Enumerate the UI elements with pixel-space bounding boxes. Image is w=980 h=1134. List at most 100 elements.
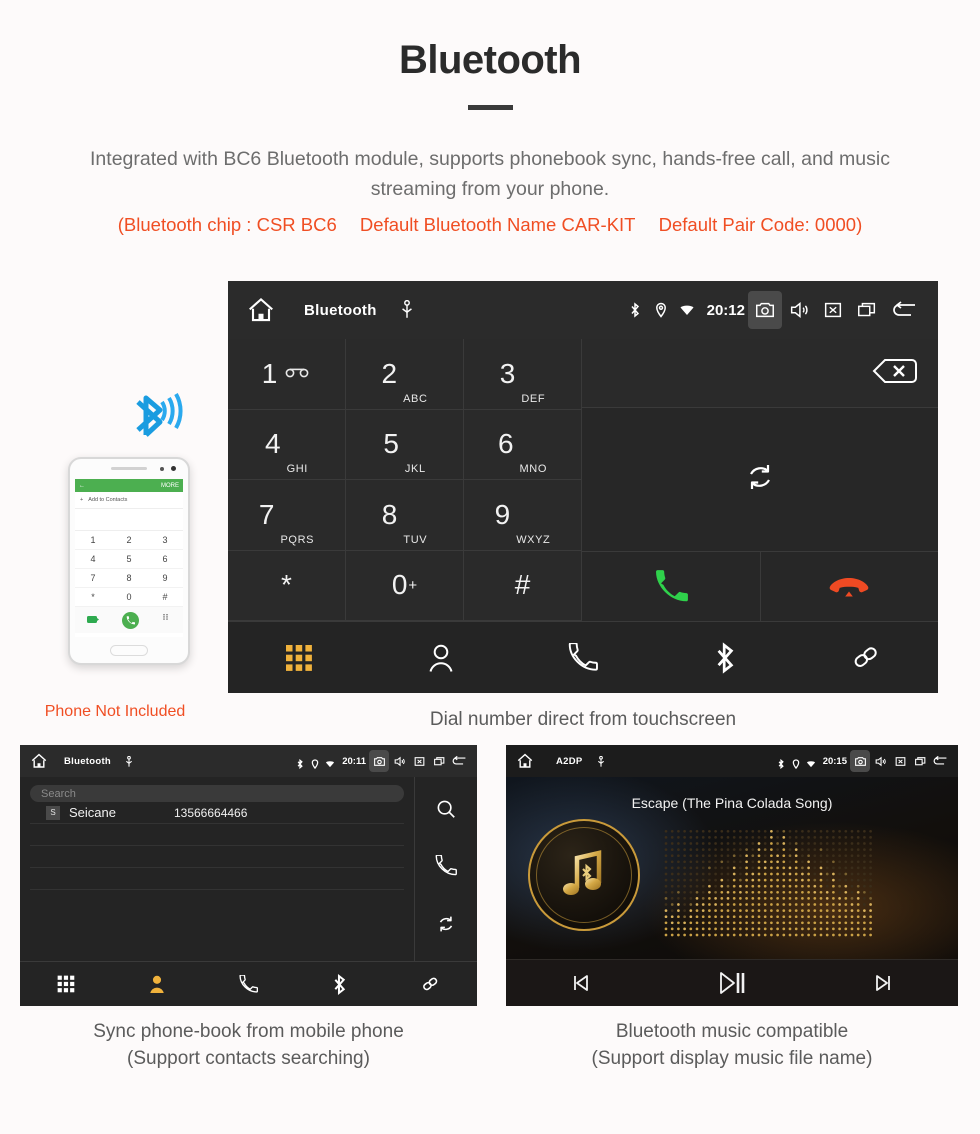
dialer-caption: Dial number direct from touchscreen <box>429 709 737 730</box>
phonebook-body: Search S Seicane 13566664466 <box>20 777 477 961</box>
nav-call-history[interactable] <box>512 642 654 673</box>
key-letters: GHI <box>286 463 308 475</box>
nav-bluetooth[interactable] <box>294 973 385 995</box>
camera-icon[interactable] <box>369 750 389 772</box>
key-letters: DEF <box>521 392 546 405</box>
sync-icon[interactable] <box>742 459 778 500</box>
volume-icon[interactable] <box>782 291 816 329</box>
phone-action-row <box>75 607 183 633</box>
nav-call-history[interactable] <box>203 974 294 994</box>
phonebook-caption: Sync phone-book from mobile phone (Suppo… <box>20 1018 477 1072</box>
recents-icon[interactable] <box>429 750 449 772</box>
phone-earpiece <box>111 467 147 470</box>
contact-number: 13566664466 <box>173 805 248 820</box>
call-button[interactable] <box>582 552 761 621</box>
dialer-statusbar: Bluetooth 20:12 <box>228 281 938 339</box>
phone-not-included-note: Phone Not Included <box>44 703 186 720</box>
phone-key: 9 <box>147 569 183 588</box>
key-3[interactable]: 3 DEF <box>464 339 582 410</box>
phone-handset-icon[interactable] <box>435 854 457 882</box>
contact-row-empty <box>30 868 404 890</box>
nav-contacts[interactable] <box>111 974 202 994</box>
key-7[interactable]: 7 PQRS <box>228 480 346 551</box>
phone-home-button <box>110 645 148 656</box>
contact-row[interactable]: S Seicane 13566664466 <box>30 802 404 824</box>
contact-list: Search S Seicane 13566664466 <box>20 777 415 961</box>
dialer-keypad: 1 2 ABC 3 DEF 4 GHI 5 JKL 6 MNO 7 PQRS 8… <box>228 339 582 621</box>
clock-label: 20:15 <box>822 755 847 767</box>
usb-icon <box>124 755 134 767</box>
bluetooth-icon <box>627 302 643 318</box>
key-6[interactable]: 6 MNO <box>464 409 582 480</box>
home-icon[interactable] <box>246 295 276 325</box>
phone-key: 8 <box>111 569 147 588</box>
back-arrow-icon[interactable] <box>930 750 950 772</box>
recents-icon[interactable] <box>850 291 884 329</box>
dialer-title: Bluetooth <box>304 301 377 319</box>
nav-dialpad[interactable] <box>20 975 111 993</box>
close-box-icon[interactable] <box>890 750 910 772</box>
key-number: 7 <box>258 498 275 530</box>
key-4[interactable]: 4 GHI <box>228 409 346 480</box>
volume-icon[interactable] <box>389 750 409 772</box>
key-hash[interactable]: # <box>464 550 582 621</box>
key-star[interactable]: * <box>228 550 346 621</box>
phonebook-caption-line1: Sync phone-book from mobile phone <box>93 1021 404 1042</box>
phone-key: 2 <box>111 531 147 550</box>
nav-bluetooth[interactable] <box>654 641 796 674</box>
volume-icon[interactable] <box>870 750 890 772</box>
location-pin-icon <box>653 302 669 318</box>
phonebook-navbar <box>20 961 477 1006</box>
phone-add-contact-row: + Add to Contacts <box>75 492 183 509</box>
key-number: 6 <box>497 428 514 460</box>
next-button[interactable] <box>807 971 958 995</box>
back-arrow-icon[interactable] <box>449 750 469 772</box>
contact-row-empty <box>30 846 404 868</box>
dialer-navbar <box>228 621 938 693</box>
back-arrow-icon: ← <box>79 482 85 489</box>
key-letters: WXYZ <box>516 533 551 546</box>
dialer-screen: Bluetooth 20:12 1 2 ABC 3 DEF 4 GHI 5 JK… <box>228 281 938 693</box>
key-0[interactable]: 0 + <box>346 550 464 621</box>
phone-key: * <box>75 588 111 607</box>
sync-icon[interactable] <box>435 913 457 940</box>
camera-icon[interactable] <box>850 750 870 772</box>
key-1[interactable]: 1 <box>228 339 346 410</box>
nav-contacts[interactable] <box>370 643 512 673</box>
contact-name: Seicane <box>69 805 116 820</box>
nav-pair[interactable] <box>796 643 938 673</box>
bluetooth-signal-icon <box>126 390 194 453</box>
nav-pair[interactable] <box>386 975 477 994</box>
recents-icon[interactable] <box>910 750 930 772</box>
key-9[interactable]: 9 WXYZ <box>464 480 582 551</box>
music-screen: A2DP 20:15 Escape (The Pina Colada Song) <box>506 745 958 1006</box>
spec-line: (Bluetooth chip : CSR BC6 Default Blueto… <box>0 214 980 236</box>
contact-row-empty <box>30 824 404 846</box>
intro-text: Integrated with BC6 Bluetooth module, su… <box>90 148 890 200</box>
search-input[interactable]: Search <box>30 785 404 802</box>
music-caption-line1: Bluetooth music compatible <box>615 1021 849 1042</box>
previous-button[interactable] <box>506 971 657 995</box>
play-pause-button[interactable] <box>657 970 808 996</box>
nav-dialpad[interactable] <box>228 644 370 672</box>
back-arrow-icon[interactable] <box>884 291 924 329</box>
home-icon[interactable] <box>516 752 534 770</box>
search-icon[interactable] <box>435 798 457 825</box>
key-8[interactable]: 8 TUV <box>346 480 464 551</box>
music-note-bluetooth-icon <box>528 819 640 931</box>
phone-key: 7 <box>75 569 111 588</box>
camera-icon[interactable] <box>748 291 782 329</box>
backspace-icon[interactable] <box>870 356 918 391</box>
phone-add-contact-label: Add to Contacts <box>88 497 128 503</box>
bluetooth-icon <box>295 756 305 770</box>
hangup-button[interactable] <box>761 552 939 621</box>
key-2[interactable]: 2 ABC <box>346 339 464 410</box>
close-box-icon[interactable] <box>816 291 850 329</box>
location-pin-icon <box>791 756 801 770</box>
dot-matrix-equalizer <box>662 827 874 939</box>
phonebook-side-actions <box>415 777 477 961</box>
home-icon[interactable] <box>30 752 48 770</box>
phone-key: 3 <box>147 531 183 550</box>
key-5[interactable]: 5 JKL <box>346 409 464 480</box>
close-box-icon[interactable] <box>409 750 429 772</box>
